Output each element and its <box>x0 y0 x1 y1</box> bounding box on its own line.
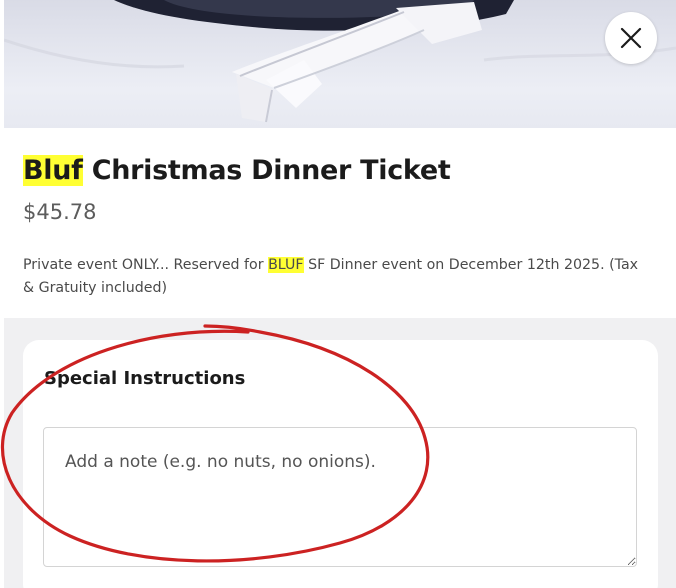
special-instructions-heading: Special Instructions <box>44 368 246 389</box>
close-icon <box>620 27 642 49</box>
close-button[interactable] <box>605 12 657 64</box>
item-price: $45.78 <box>23 200 97 224</box>
description-text: Private event ONLY... Reserved for <box>23 257 269 273</box>
title-text: Christmas Dinner Ticket <box>82 155 451 186</box>
special-instructions-input[interactable] <box>43 427 637 567</box>
item-photo-illustration <box>4 0 676 123</box>
item-description: Private event ONLY... Reserved for BLUF … <box>23 254 653 300</box>
description-highlight: BLUF <box>268 257 304 273</box>
item-photo <box>4 0 676 128</box>
item-detail-modal: Bluf Christmas Dinner Ticket $45.78 Priv… <box>0 0 676 588</box>
item-title: Bluf Christmas Dinner Ticket <box>23 152 451 190</box>
title-highlight: Bluf <box>23 155 83 186</box>
